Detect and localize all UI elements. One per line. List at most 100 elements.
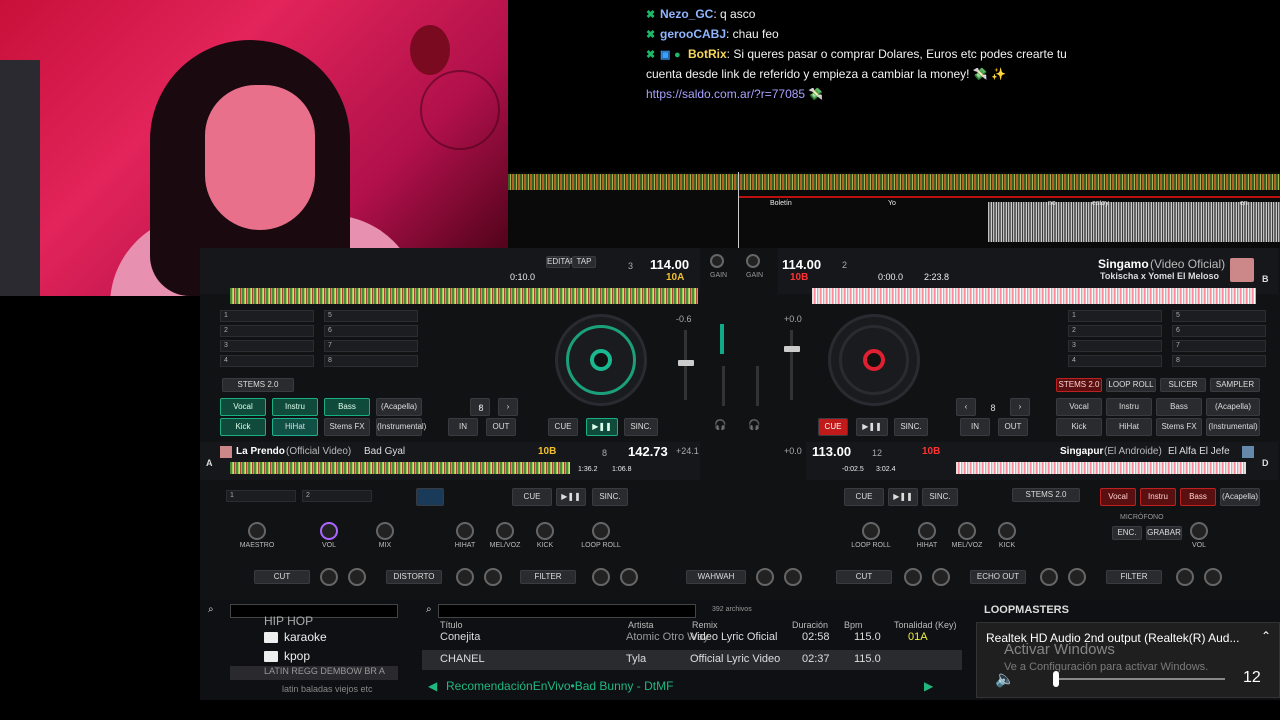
fx-knob[interactable] <box>1040 568 1058 586</box>
hotcue-pad[interactable]: 2 <box>302 490 372 502</box>
column-header[interactable]: Tonalidad (Key) <box>894 620 957 630</box>
fx-knob[interactable] <box>348 568 366 586</box>
mic-vol-knob[interactable] <box>1190 522 1208 540</box>
next-icon[interactable]: ▶ <box>924 679 933 693</box>
hotcue-pad[interactable]: 4 <box>1068 355 1162 367</box>
deck-a-play-button[interactable]: ▶❚❚ <box>586 418 618 436</box>
stem-bass-button[interactable]: Bass <box>324 398 370 416</box>
search-icon[interactable]: ⌕ <box>208 604 214 615</box>
stem-bass-button[interactable]: Bass <box>1180 488 1216 506</box>
deck-c-waveform[interactable] <box>230 462 570 474</box>
fx-select[interactable]: ECHO OUT <box>970 570 1026 584</box>
column-header[interactable]: Bpm <box>844 620 863 630</box>
deck-b-loop-roll-tab[interactable]: LOOP ROLL <box>1106 378 1156 392</box>
hihat-knob[interactable] <box>918 522 936 540</box>
loop-decrease-button[interactable]: ‹ <box>956 398 976 416</box>
loop-roll-knob[interactable] <box>592 522 610 540</box>
chevron-up-icon[interactable]: ⌃ <box>1261 629 1271 643</box>
speaker-icon[interactable]: 🔈 <box>995 669 1015 689</box>
deck-a-sync-button[interactable]: SINC. <box>624 418 658 436</box>
gain-knob-a[interactable] <box>710 254 724 268</box>
headphone-icon[interactable]: 🎧 <box>714 420 726 431</box>
deck-b-sync-button[interactable]: SINC. <box>894 418 928 436</box>
deck-a-out-button[interactable]: OUT <box>486 418 516 436</box>
fx-select[interactable]: WAHWAH <box>686 570 746 584</box>
stem-instru-button[interactable]: Instru <box>1140 488 1176 506</box>
fx-knob[interactable] <box>1176 568 1194 586</box>
chat-link[interactable]: https://saldo.com.ar/?r=77085 💸 <box>646 84 1280 104</box>
deck-c-loop-button[interactable] <box>416 488 444 506</box>
fx-select[interactable]: FILTER <box>520 570 576 584</box>
deck-c-sync-button[interactable]: SINC. <box>592 488 628 506</box>
search-icon[interactable]: ⌕ <box>426 604 432 615</box>
hotcue-pad[interactable]: 2 <box>1068 325 1162 337</box>
stem-acapella-button[interactable]: (Acapella) <box>1206 398 1260 416</box>
headphone-icon[interactable]: 🎧 <box>748 420 760 431</box>
deck-d-sync-button[interactable]: SINC. <box>922 488 958 506</box>
maestro-knob[interactable] <box>248 522 266 540</box>
hotcue-pad[interactable]: 2 <box>220 325 314 337</box>
hihat-knob[interactable] <box>456 522 474 540</box>
loop-increase-button[interactable]: › <box>498 398 518 416</box>
previous-icon[interactable]: ◀ <box>428 679 437 693</box>
fx-select[interactable]: CUT <box>254 570 310 584</box>
deck-b-slicer-tab[interactable]: SLICER <box>1160 378 1206 392</box>
hotcue-pad[interactable]: 7 <box>1172 340 1266 352</box>
hotcue-pad[interactable]: 3 <box>1068 340 1162 352</box>
fx-knob[interactable] <box>1204 568 1222 586</box>
track-row[interactable]: CHANEL Tyla Official Lyric Video 02:37 1… <box>422 650 962 670</box>
fx-select[interactable]: CUT <box>836 570 892 584</box>
hotcue-pad[interactable]: 6 <box>324 325 418 337</box>
deck-b-in-button[interactable]: IN <box>960 418 990 436</box>
deck-a-stems-select[interactable]: STEMS 2.0 <box>222 378 294 392</box>
fx-select[interactable]: DISTORTO <box>386 570 442 584</box>
hotcue-pad[interactable]: 1 <box>220 310 314 322</box>
mix-knob[interactable] <box>376 522 394 540</box>
deck-a-cue-button[interactable]: CUE <box>548 418 578 436</box>
kick-knob[interactable] <box>536 522 554 540</box>
fx-knob[interactable] <box>320 568 338 586</box>
chat-username[interactable]: Nezo_GC <box>660 7 713 21</box>
waveform-overview[interactable]: Boletín Yo no estoy en <box>508 172 1280 248</box>
hotcue-pad[interactable]: 7 <box>324 340 418 352</box>
stem-acapella-button[interactable]: (Acapella) <box>1220 488 1260 506</box>
hotcue-pad[interactable]: 3 <box>220 340 314 352</box>
deck-b-pitch-fader[interactable] <box>784 346 800 352</box>
volume-slider-thumb[interactable] <box>1053 671 1059 687</box>
loop-increase-button[interactable]: › <box>1010 398 1030 416</box>
hotcue-pad[interactable]: 8 <box>1172 355 1266 367</box>
column-header[interactable]: Remix <box>692 620 718 630</box>
deck-a-tap-button[interactable]: TAP <box>572 256 596 268</box>
track-search-input[interactable] <box>438 604 696 618</box>
hotcue-pad[interactable]: 8 <box>324 355 418 367</box>
volume-slider-track[interactable] <box>1053 678 1225 680</box>
folder-item[interactable]: HIP HOP <box>264 614 313 628</box>
hotcue-pad[interactable]: 5 <box>1172 310 1266 322</box>
deck-b-out-button[interactable]: OUT <box>998 418 1028 436</box>
deck-d-stems-select[interactable]: STEMS 2.0 <box>1012 488 1080 502</box>
fx-knob[interactable] <box>592 568 610 586</box>
record-button[interactable]: GRABAR <box>1146 526 1182 540</box>
stem-vocal-button[interactable]: Vocal <box>220 398 266 416</box>
deck-d-cue-button[interactable]: CUE <box>844 488 884 506</box>
kick-knob[interactable] <box>998 522 1016 540</box>
stem-fx-button[interactable]: Stems FX <box>324 418 370 436</box>
folder-item[interactable]: latin baladas viejos etc <box>282 684 373 694</box>
stem-hihat-button[interactable]: HiHat <box>272 418 318 436</box>
stem-vocal-button[interactable]: Vocal <box>1056 398 1102 416</box>
fx-knob[interactable] <box>932 568 950 586</box>
stem-hihat-button[interactable]: HiHat <box>1106 418 1152 436</box>
fx-knob[interactable] <box>620 568 638 586</box>
deck-b-jog-wheel[interactable] <box>828 314 920 406</box>
stem-vocal-button[interactable]: Vocal <box>1100 488 1136 506</box>
deck-d-play-button[interactable]: ▶❚❚ <box>888 488 918 506</box>
fx-knob[interactable] <box>1068 568 1086 586</box>
gain-knob-b[interactable] <box>746 254 760 268</box>
deck-a-in-button[interactable]: IN <box>448 418 478 436</box>
hotcue-pad[interactable]: 5 <box>324 310 418 322</box>
fx-knob[interactable] <box>904 568 922 586</box>
deck-a-jog-wheel[interactable] <box>555 314 647 406</box>
track-row[interactable]: Conejita Atomic Otro Way Video Lyric Ofi… <box>422 630 962 650</box>
fx-knob[interactable] <box>484 568 502 586</box>
deck-b-sampler-tab[interactable]: SAMPLER <box>1210 378 1260 392</box>
